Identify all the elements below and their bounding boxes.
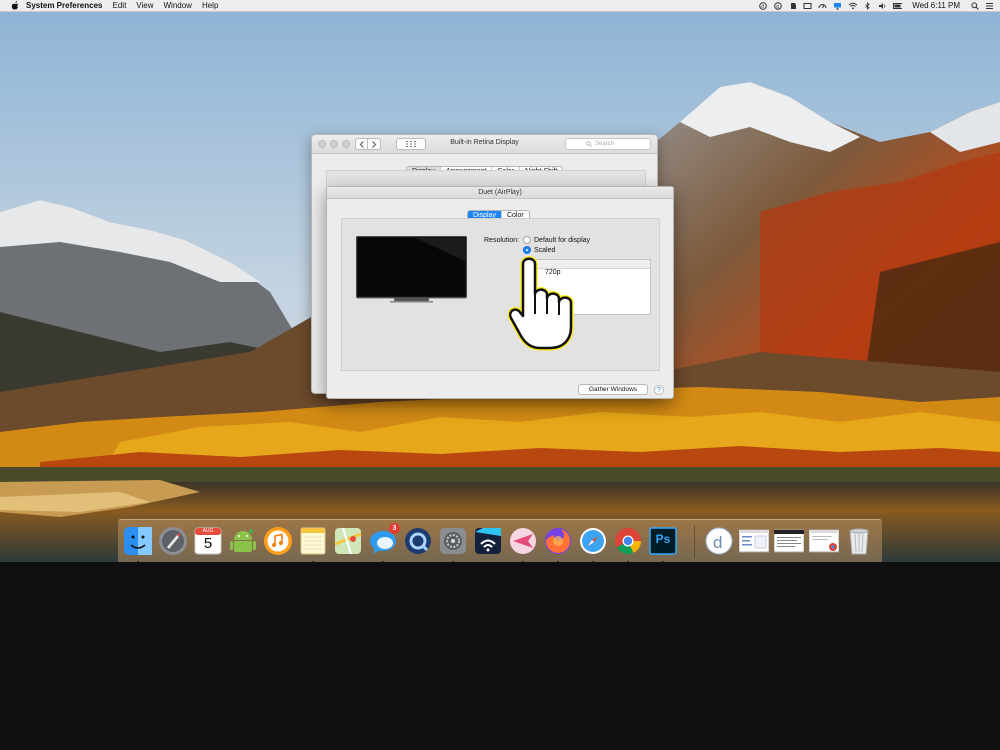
dock-minimized-window-2[interactable] bbox=[773, 526, 805, 556]
search-placeholder: Search bbox=[595, 141, 615, 147]
menu-edit[interactable]: Edit bbox=[113, 1, 127, 10]
menu-bar: System Preferences Edit View Window Help… bbox=[0, 0, 1000, 12]
apple-menu-icon[interactable] bbox=[10, 1, 20, 10]
hand-cursor-icon bbox=[507, 256, 574, 351]
dock: AUG 5 3 Ps d bbox=[118, 519, 882, 562]
titlebar[interactable]: Built-in Retina Display Search bbox=[312, 135, 657, 154]
dock-android-file-transfer[interactable] bbox=[228, 526, 258, 556]
running-indicator bbox=[137, 561, 139, 562]
launchpad-rocket-icon bbox=[159, 527, 187, 555]
chrome-window-thumbnail-icon bbox=[808, 529, 840, 553]
radio-default-for-display[interactable]: Default for display bbox=[523, 236, 590, 244]
chrome-icon bbox=[615, 528, 641, 555]
radio-button[interactable] bbox=[523, 236, 531, 244]
notification-center-icon[interactable] bbox=[985, 2, 994, 10]
svg-text:d: d bbox=[713, 533, 722, 552]
running-indicator bbox=[557, 561, 559, 562]
gather-windows-button[interactable]: Gather Windows bbox=[578, 384, 648, 395]
svg-text:d: d bbox=[761, 4, 764, 10]
dock-photoshop[interactable]: Ps bbox=[648, 526, 678, 562]
dock-notes[interactable] bbox=[298, 526, 328, 562]
airplay-icon[interactable] bbox=[833, 2, 842, 10]
volume-icon[interactable] bbox=[878, 2, 887, 10]
dock-launchpad[interactable] bbox=[158, 526, 188, 556]
wifi-icon[interactable] bbox=[848, 2, 858, 10]
status-evernote-icon[interactable] bbox=[788, 2, 797, 10]
resolution-label: Resolution: bbox=[484, 237, 520, 244]
search-icon bbox=[586, 141, 592, 147]
photoshop-label: Ps bbox=[655, 532, 671, 546]
dock-maps[interactable] bbox=[333, 526, 363, 556]
running-indicator bbox=[312, 561, 314, 562]
battery-icon[interactable] bbox=[893, 2, 903, 10]
kite-icon bbox=[510, 528, 536, 554]
safari-compass-icon bbox=[580, 528, 606, 554]
running-indicator bbox=[382, 561, 384, 562]
radio-label: Default for display bbox=[534, 236, 591, 244]
notes-icon bbox=[300, 527, 326, 555]
window-title[interactable]: Duet (AirPlay) bbox=[327, 187, 673, 199]
maps-icon bbox=[334, 527, 362, 555]
dock-chrome[interactable] bbox=[613, 526, 643, 562]
menubar-clock[interactable]: Wed 6:11 PM bbox=[912, 1, 960, 10]
dock-system-preferences[interactable] bbox=[438, 526, 468, 562]
window-duet-airplay[interactable]: Duet (AirPlay) Display Color Resolution:… bbox=[326, 186, 674, 399]
dock-safari[interactable] bbox=[578, 526, 608, 562]
search-field[interactable]: Search bbox=[565, 138, 651, 150]
dock-separator bbox=[694, 525, 695, 558]
trash-icon bbox=[849, 528, 869, 555]
dock-quicktime[interactable] bbox=[403, 526, 433, 556]
desktop: Built-in Retina Display Search Display A… bbox=[0, 12, 1000, 562]
finder-icon bbox=[124, 527, 152, 555]
running-indicator bbox=[522, 561, 524, 562]
duet-d-icon: d bbox=[705, 527, 733, 555]
running-indicator bbox=[452, 561, 454, 562]
quicktime-icon bbox=[405, 528, 431, 554]
dock-trash[interactable] bbox=[844, 526, 874, 556]
itunes-music-icon bbox=[264, 527, 292, 555]
dock-firefox[interactable] bbox=[543, 526, 573, 562]
monitor-icon bbox=[356, 236, 467, 303]
dock-kite[interactable] bbox=[508, 526, 538, 562]
menu-window[interactable]: Window bbox=[164, 1, 192, 10]
bluetooth-icon[interactable] bbox=[863, 1, 872, 10]
window-thumbnail-icon bbox=[773, 529, 805, 553]
dock-messages[interactable]: 3 bbox=[368, 523, 400, 562]
status-d-icon[interactable]: d bbox=[758, 1, 767, 10]
dock-finder[interactable] bbox=[123, 526, 153, 562]
app-name-menu[interactable]: System Preferences bbox=[26, 1, 103, 10]
running-indicator bbox=[662, 561, 664, 562]
firefox-icon bbox=[545, 528, 571, 554]
menu-view[interactable]: View bbox=[136, 1, 153, 10]
menu-help[interactable]: Help bbox=[202, 1, 218, 10]
messages-badge: 3 bbox=[389, 523, 400, 534]
duet-display-icon bbox=[475, 528, 501, 554]
status-window-icon[interactable] bbox=[803, 2, 812, 10]
dock-duet-display[interactable] bbox=[473, 526, 503, 556]
calendar-day: 5 bbox=[203, 535, 213, 552]
status-gauge-icon[interactable] bbox=[818, 2, 827, 10]
dock-minimized-window-3[interactable] bbox=[808, 526, 840, 556]
status-g-icon[interactable]: g bbox=[773, 1, 782, 10]
dock-calendar[interactable]: AUG 5 bbox=[193, 526, 223, 556]
calendar-month: AUG bbox=[202, 528, 214, 534]
status-area: d g Wed 6:11 PM bbox=[758, 0, 994, 11]
help-button[interactable]: ? bbox=[654, 385, 664, 395]
dock-duet[interactable]: d bbox=[704, 526, 734, 556]
dock-minimized-window-1[interactable] bbox=[738, 526, 770, 556]
svg-text:g: g bbox=[776, 4, 779, 10]
spotlight-icon[interactable] bbox=[970, 1, 979, 10]
running-indicator bbox=[592, 561, 594, 562]
gear-icon bbox=[440, 528, 466, 554]
running-indicator bbox=[627, 561, 629, 562]
android-icon bbox=[230, 528, 256, 552]
dock-itunes[interactable] bbox=[263, 526, 293, 556]
window-thumbnail-icon bbox=[738, 529, 770, 553]
